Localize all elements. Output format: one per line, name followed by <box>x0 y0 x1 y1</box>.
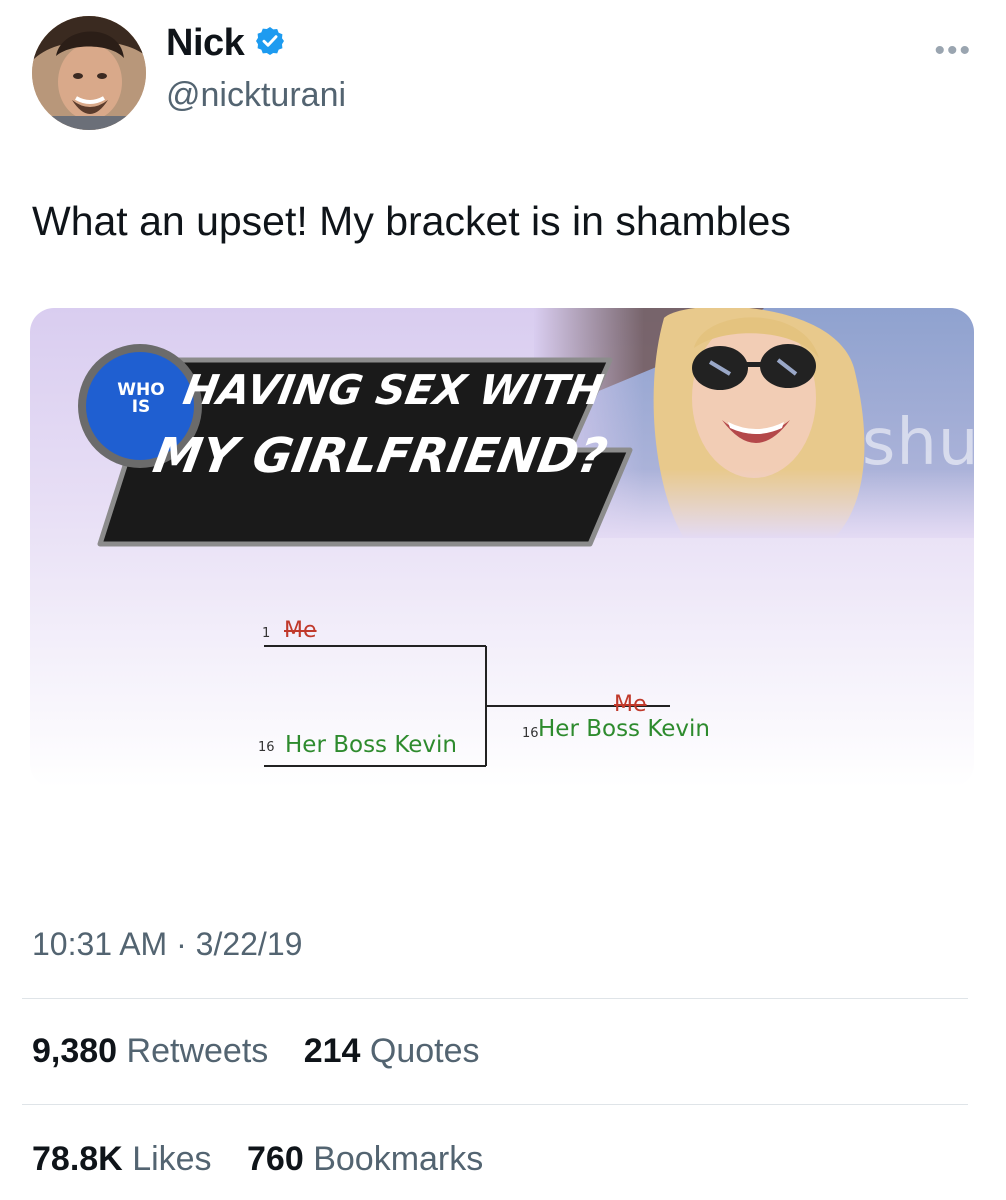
retweets-count: 9,380 <box>32 1032 118 1070</box>
quotes-count: 214 <box>303 1032 361 1070</box>
likes-stat[interactable]: 78.8K Likes <box>32 1140 247 1178</box>
verified-badge-icon <box>254 25 286 62</box>
tweet-text: What an upset! My bracket is in shambles <box>32 198 791 244</box>
quotes-label: Quotes <box>369 1032 480 1070</box>
tweet-media-image[interactable]: shu WHO IS HAVING SEX WITH MY GIRLFRIEND… <box>30 308 974 788</box>
avatar[interactable] <box>32 16 146 130</box>
bracket-seed-1: 1 <box>262 626 271 641</box>
bracket-lines <box>264 645 670 767</box>
quotes-stat[interactable]: 214 Quotes <box>304 1032 506 1070</box>
bracket-result-seed: 16 <box>522 726 539 741</box>
likes-label: Likes <box>132 1140 212 1178</box>
divider <box>22 1104 968 1105</box>
bracket-result-winner: Her Boss Kevin <box>538 716 711 742</box>
bookmarks-label: Bookmarks <box>313 1140 484 1178</box>
author-name-row: Nick <box>166 22 286 65</box>
retweets-stat[interactable]: 9,380 Retweets <box>32 1032 304 1070</box>
bracket-entry-1: Me <box>284 618 317 643</box>
more-options-icon[interactable]: ••• <box>934 34 972 68</box>
bracket-entry-2: Her Boss Kevin <box>285 732 458 758</box>
author-handle[interactable]: @nickturani <box>166 76 346 115</box>
likes-count: 78.8K <box>32 1140 123 1178</box>
author-name[interactable]: Nick <box>166 22 245 65</box>
bracket-seed-2: 16 <box>258 740 275 755</box>
engagement-row-2: 78.8K Likes 760 Bookmarks <box>32 1140 509 1179</box>
bookmarks-count: 760 <box>247 1140 304 1178</box>
retweets-label: Retweets <box>126 1032 269 1070</box>
tweet-timestamp[interactable]: 10:31 AM · 3/22/19 <box>32 926 302 963</box>
bracket-result-loser: Me <box>614 692 647 717</box>
engagement-row-1: 9,380 Retweets 214 Quotes <box>32 1032 506 1071</box>
bookmarks-stat[interactable]: 760 Bookmarks <box>247 1140 509 1178</box>
divider <box>22 998 968 999</box>
